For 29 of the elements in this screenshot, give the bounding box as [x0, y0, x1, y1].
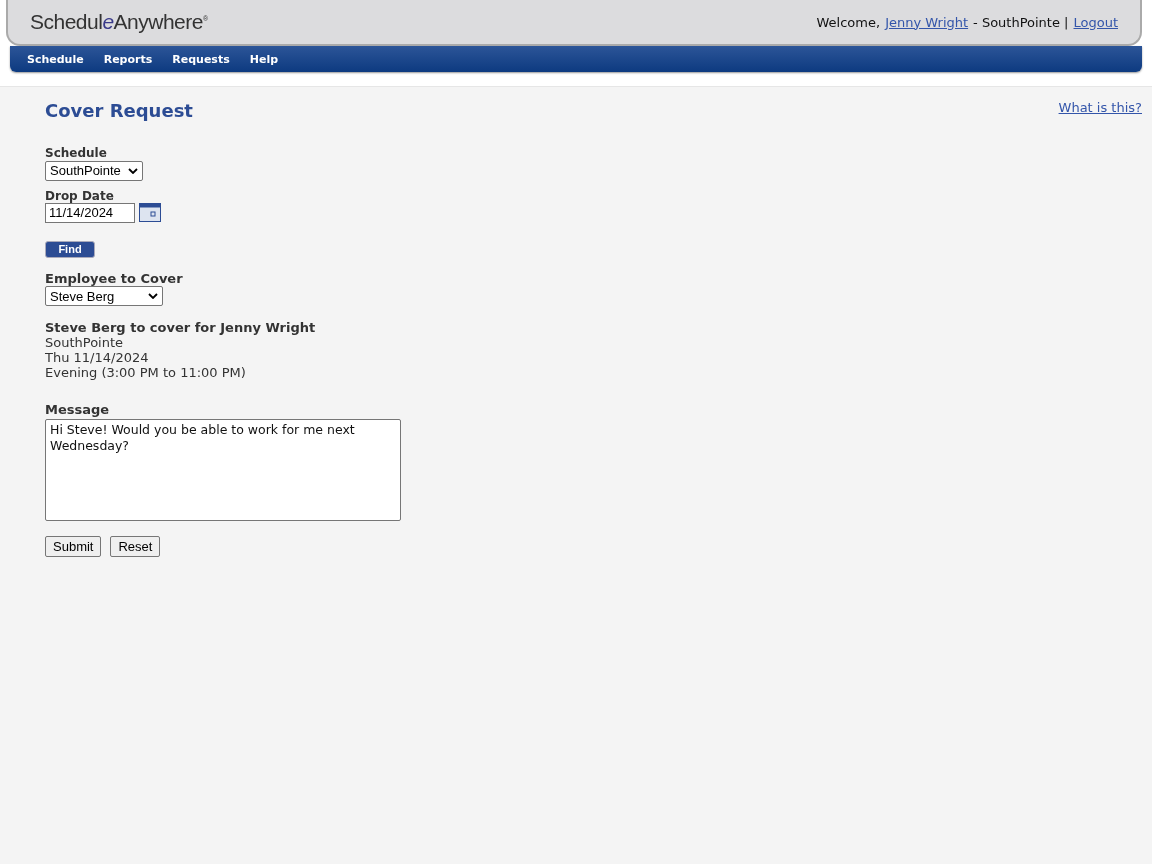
summary-line: Thu 11/14/2024	[45, 350, 150, 365]
nav-item[interactable]: Schedule	[27, 52, 84, 66]
field-label: Schedule	[45, 146, 108, 160]
message-field[interactable]: Hi Steve! Would you be able to work for me next Wednesday?	[45, 419, 401, 521]
user-link[interactable]: Jenny Wright	[885, 14, 969, 30]
logo: ScheduleAnywhere$^{®}$	[30, 10, 208, 34]
nav-item[interactable]: Requests	[172, 52, 230, 66]
reset-button[interactable]: Reset	[110, 536, 161, 557]
schedule-select[interactable]: SouthPointe	[45, 160, 143, 181]
summary-line: Evening (3:00 PM to 11:00 PM)	[45, 365, 247, 380]
nav-item[interactable]: Reports	[103, 52, 153, 66]
help-link[interactable]: What is this?	[1058, 100, 1142, 115]
logout-link[interactable]: Logout	[1073, 14, 1118, 30]
field-label: Employee to Cover	[45, 270, 184, 286]
field-label: Drop Date	[45, 188, 115, 203]
caret-icon	[128, 167, 138, 174]
summary-line: SouthPointe	[45, 335, 125, 350]
welcome-text: Welcome,	[816, 14, 881, 30]
page-title: Cover Request	[45, 100, 194, 121]
field-label: Message	[45, 402, 111, 417]
caret-icon	[148, 293, 158, 299]
location-text: - SouthPointe |	[973, 14, 1069, 30]
nav-item[interactable]: Help	[249, 52, 279, 66]
submit-button[interactable]: Submit	[45, 536, 102, 557]
calendar-icon[interactable]	[139, 202, 161, 222]
summary-heading: Steve Berg to cover for Jenny Wright	[45, 320, 317, 335]
date-input[interactable]: 11/14/2024	[45, 202, 135, 223]
employee-select[interactable]: Steve Berg	[45, 286, 163, 306]
find-button[interactable]: Find	[45, 240, 95, 258]
